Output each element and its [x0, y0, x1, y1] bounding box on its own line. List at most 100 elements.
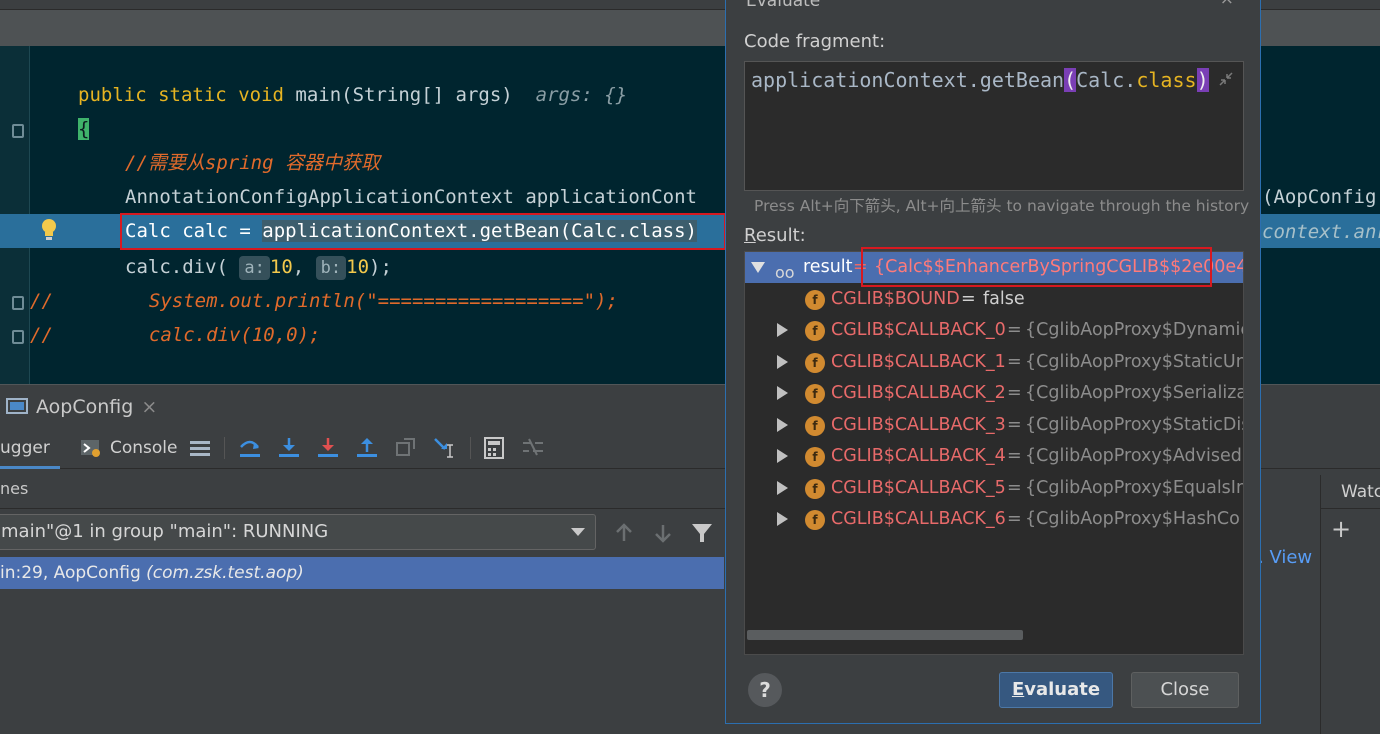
tab-console[interactable]: Console — [80, 427, 178, 469]
arrow-down-icon[interactable] — [651, 521, 675, 545]
code-line-4[interactable]: AnnotationConfigApplicationContext appli… — [125, 180, 697, 214]
thread-selector[interactable]: main"@1 in group "main": RUNNING — [0, 514, 596, 550]
console-icon — [81, 440, 100, 457]
chevron-down-icon[interactable] — [751, 262, 765, 273]
code-line-1[interactable]: public static void main(String[] args) a… — [78, 78, 627, 112]
fold-icon[interactable] — [12, 330, 24, 344]
tab-aopconfig[interactable]: AopConfig × — [6, 393, 157, 421]
horizontal-scrollbar[interactable] — [747, 630, 1023, 640]
chevron-right-icon[interactable] — [777, 418, 788, 432]
code-overflow-text: (AopConfig. — [1262, 186, 1380, 208]
frames-list-empty — [0, 589, 724, 734]
view-link[interactable]: . View — [1258, 547, 1312, 568]
field-icon: f — [805, 384, 825, 404]
close-icon[interactable]: × — [1220, 0, 1234, 9]
matched-brace: { — [78, 118, 90, 140]
ide-window: public static void main(String[] args) a… — [0, 0, 1380, 734]
close-button[interactable]: Close — [1131, 672, 1239, 708]
code-line-3[interactable]: //需要从spring 容器中获取 — [125, 146, 380, 180]
field-name: CGLIB$CALLBACK_6 — [831, 509, 1006, 529]
chevron-right-icon[interactable] — [777, 386, 788, 400]
field-row[interactable]: f CGLIB$CALLBACK_2 = {CglibAopProxy$Seri… — [745, 378, 1244, 409]
watches-panel: + — [1320, 509, 1380, 734]
tab-label: AopConfig — [36, 396, 134, 418]
lightbulb-icon[interactable] — [40, 218, 58, 242]
number-literal: 10 — [346, 256, 370, 278]
thread-value: main"@1 in group "main": RUNNING — [1, 521, 329, 542]
code-text: Calc. — [1076, 68, 1137, 92]
fold-icon[interactable] — [12, 296, 24, 310]
code-text: applicationContext.getBean — [751, 68, 1065, 92]
tab-watches[interactable]: Watc — [1320, 475, 1380, 509]
matched-paren: ) — [1196, 68, 1209, 92]
evaluate-expression-icon[interactable] — [482, 435, 506, 461]
chevron-right-icon[interactable] — [777, 355, 788, 369]
result-tree[interactable]: oo result = {Calc$$EnhancerBySpringCGLIB… — [744, 251, 1244, 655]
show-execution-point-icon[interactable] — [238, 435, 262, 461]
chevron-right-icon[interactable] — [777, 323, 788, 337]
code-text: calc.div( — [125, 256, 240, 278]
field-name: CGLIB$BOUND — [831, 289, 960, 309]
field-value: {CglibAopProxy$Serializa — [1025, 383, 1244, 403]
field-icon: f — [805, 321, 825, 341]
result-label: Result: — [744, 225, 806, 246]
field-eq: = — [1007, 509, 1022, 529]
chevron-right-icon[interactable] — [777, 449, 788, 463]
field-name: CGLIB$CALLBACK_1 — [831, 352, 1006, 372]
stack-frame-row[interactable]: in:29, AopConfig (com.zsk.test.aop) — [0, 557, 724, 589]
help-button[interactable]: ? — [748, 673, 782, 707]
field-icon: f — [805, 416, 825, 436]
run-to-cursor-icon[interactable] — [433, 435, 457, 461]
frame-package: (com.zsk.test.aop) — [146, 563, 304, 583]
field-name: CGLIB$CALLBACK_3 — [831, 415, 1006, 435]
evaluate-dialog: Evaluate × Code fragment: applicationCon… — [725, 0, 1261, 724]
button-label: valuate — [1024, 679, 1101, 700]
step-over-icon[interactable] — [277, 435, 301, 461]
field-eq: = — [1007, 352, 1022, 372]
code-line-6[interactable]: calc.div( a: 10, b: 10); — [125, 250, 392, 284]
toolbar-divider — [224, 437, 225, 459]
field-icon: f — [805, 290, 825, 310]
keyword: void — [238, 84, 284, 106]
field-value: {CglibAopProxy$StaticDis — [1025, 415, 1244, 435]
tab-debugger[interactable]: ugger — [0, 427, 60, 469]
drop-frame-icon[interactable] — [394, 435, 418, 461]
field-row[interactable]: f CGLIB$CALLBACK_3 = {CglibAopProxy$Stat… — [745, 410, 1244, 441]
chevron-right-icon[interactable] — [777, 512, 788, 526]
method-signature: main(String[] args) — [283, 84, 513, 106]
code-line-8[interactable]: // calc.div(10,0); — [30, 318, 320, 352]
code-line-7[interactable]: // System.out.println("==================… — [30, 284, 618, 318]
annotation-highlight-box — [120, 213, 726, 250]
evaluate-button[interactable]: Evaluate — [999, 672, 1113, 708]
code-fragment-text: applicationContext.getBean(Calc.class) — [751, 68, 1209, 92]
comment-slashes: // — [30, 324, 53, 346]
code-comment: System.out.println("==================")… — [148, 290, 618, 312]
field-row[interactable]: f CGLIB$CALLBACK_6 = {CglibAopProxy$Hash… — [745, 504, 1243, 535]
number-literal: 10 — [269, 256, 293, 278]
field-row[interactable]: f CGLIB$CALLBACK_5 = {CglibAopProxy$Equa… — [745, 473, 1243, 504]
field-row[interactable]: f CGLIB$CALLBACK_4 = {CglibAopProxy$Advi… — [745, 441, 1243, 472]
filter-icon[interactable] — [690, 521, 714, 545]
label-text: esult: — [755, 225, 806, 246]
chevron-right-icon[interactable] — [777, 481, 788, 495]
code-line-2[interactable]: { — [78, 112, 90, 146]
fold-icon[interactable] — [12, 124, 24, 138]
step-into-icon[interactable] — [316, 435, 340, 461]
add-watch-button[interactable]: + — [1331, 515, 1351, 543]
frames-layout-icon[interactable] — [188, 435, 212, 461]
keyword: public — [78, 84, 147, 106]
field-name: CGLIB$CALLBACK_4 — [831, 446, 1006, 466]
arrow-up-icon[interactable] — [612, 521, 636, 545]
trace-stream-icon[interactable] — [521, 435, 545, 461]
tab-label: Console — [110, 438, 178, 458]
field-row[interactable]: f CGLIB$CALLBACK_0 = {CglibAopProxy$Dyna… — [745, 315, 1243, 346]
code-fragment-editor[interactable]: applicationContext.getBean(Calc.class) — [744, 61, 1244, 191]
tab-close-icon[interactable]: × — [141, 396, 157, 418]
field-row[interactable]: f CGLIB$BOUND = false — [745, 284, 1243, 315]
collapse-icon[interactable] — [1217, 70, 1235, 88]
parameter-hint: b: — [315, 256, 347, 280]
toolbar-divider — [470, 437, 471, 459]
field-row[interactable]: f CGLIB$CALLBACK_1 = {CglibAopProxy$Stat… — [745, 347, 1243, 378]
comment-slashes: // — [30, 290, 53, 312]
step-out-icon[interactable] — [355, 435, 379, 461]
